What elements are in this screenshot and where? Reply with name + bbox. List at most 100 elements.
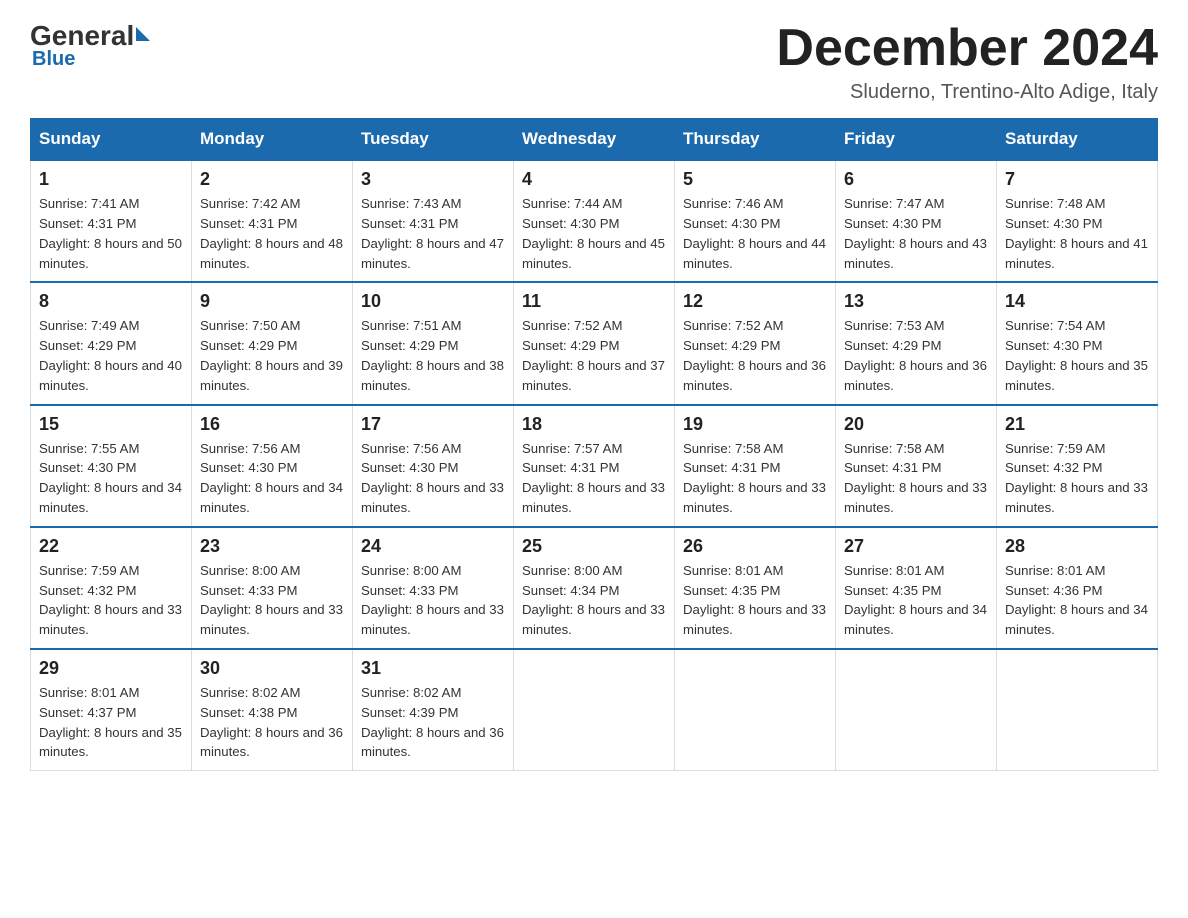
weekday-header-row: SundayMondayTuesdayWednesdayThursdayFrid… xyxy=(31,119,1158,161)
calendar-header: SundayMondayTuesdayWednesdayThursdayFrid… xyxy=(31,119,1158,161)
calendar-week-row: 22Sunrise: 7:59 AMSunset: 4:32 PMDayligh… xyxy=(31,527,1158,649)
calendar-cell xyxy=(675,649,836,771)
calendar-cell xyxy=(514,649,675,771)
calendar-cell xyxy=(836,649,997,771)
calendar-cell: 29 Sunrise: 8:01 AMSunset: 4:37 PMDayligh… xyxy=(31,649,192,771)
day-info: Sunrise: 8:01 AMSunset: 4:36 PMDaylight:… xyxy=(1005,561,1149,640)
calendar-cell: 31Sunrise: 8:02 AMSunset: 4:39 PMDayligh… xyxy=(353,649,514,771)
logo: General Blue xyxy=(30,20,150,71)
day-info: Sunrise: 7:53 AMSunset: 4:29 PMDaylight:… xyxy=(844,316,988,395)
day-info: Sunrise: 8:00 AMSunset: 4:33 PMDaylight:… xyxy=(200,561,344,640)
day-info: Sunrise: 7:44 AMSunset: 4:30 PMDaylight:… xyxy=(522,194,666,273)
day-number: 21 xyxy=(1005,414,1149,435)
calendar-cell: 13 Sunrise: 7:53 AMSunset: 4:29 PMDayligh… xyxy=(836,282,997,404)
calendar-cell: 4Sunrise: 7:44 AMSunset: 4:30 PMDaylight… xyxy=(514,160,675,282)
day-info: Sunrise: 8:02 AMSunset: 4:38 PMDaylight:… xyxy=(200,683,344,762)
day-number: 3 xyxy=(361,169,505,190)
logo-arrow-icon xyxy=(136,27,150,41)
day-info: Sunrise: 8:02 AMSunset: 4:39 PMDaylight:… xyxy=(361,683,505,762)
day-number: 12 xyxy=(683,291,827,312)
calendar-week-row: 1 Sunrise: 7:41 AMSunset: 4:31 PMDaylight… xyxy=(31,160,1158,282)
calendar-cell: 20 Sunrise: 7:58 AMSunset: 4:31 PMDayligh… xyxy=(836,405,997,527)
day-info: Sunrise: 7:57 AMSunset: 4:31 PMDaylight:… xyxy=(522,439,666,518)
calendar-cell: 28 Sunrise: 8:01 AMSunset: 4:36 PMDayligh… xyxy=(997,527,1158,649)
day-number: 1 xyxy=(39,169,183,190)
day-number: 19 xyxy=(683,414,827,435)
day-number: 10 xyxy=(361,291,505,312)
title-area: December 2024 Sluderno, Trentino-Alto Ad… xyxy=(776,20,1158,104)
day-info: Sunrise: 8:01 AMSunset: 4:35 PMDaylight:… xyxy=(844,561,988,640)
weekday-header-monday: Monday xyxy=(192,119,353,161)
calendar-cell: 1 Sunrise: 7:41 AMSunset: 4:31 PMDaylight… xyxy=(31,160,192,282)
calendar-cell: 22Sunrise: 7:59 AMSunset: 4:32 PMDayligh… xyxy=(31,527,192,649)
day-info: Sunrise: 7:55 AMSunset: 4:30 PMDaylight:… xyxy=(39,439,183,518)
day-number: 23 xyxy=(200,536,344,557)
day-number: 14 xyxy=(1005,291,1149,312)
calendar-week-row: 29 Sunrise: 8:01 AMSunset: 4:37 PMDayligh… xyxy=(31,649,1158,771)
calendar-cell: 24Sunrise: 8:00 AMSunset: 4:33 PMDayligh… xyxy=(353,527,514,649)
day-info: Sunrise: 7:56 AMSunset: 4:30 PMDaylight:… xyxy=(361,439,505,518)
day-number: 28 xyxy=(1005,536,1149,557)
calendar-cell: 6 Sunrise: 7:47 AMSunset: 4:30 PMDaylight… xyxy=(836,160,997,282)
day-number: 29 xyxy=(39,658,183,679)
day-number: 11 xyxy=(522,291,666,312)
calendar-cell: 23 Sunrise: 8:00 AMSunset: 4:33 PMDayligh… xyxy=(192,527,353,649)
day-number: 20 xyxy=(844,414,988,435)
day-number: 7 xyxy=(1005,169,1149,190)
day-info: Sunrise: 7:56 AMSunset: 4:30 PMDaylight:… xyxy=(200,439,344,518)
day-info: Sunrise: 7:49 AMSunset: 4:29 PMDaylight:… xyxy=(39,316,183,395)
calendar-cell xyxy=(997,649,1158,771)
day-info: Sunrise: 7:42 AMSunset: 4:31 PMDaylight:… xyxy=(200,194,344,273)
calendar-week-row: 15 Sunrise: 7:55 AMSunset: 4:30 PMDayligh… xyxy=(31,405,1158,527)
day-info: Sunrise: 7:46 AMSunset: 4:30 PMDaylight:… xyxy=(683,194,827,273)
day-info: Sunrise: 7:50 AMSunset: 4:29 PMDaylight:… xyxy=(200,316,344,395)
day-info: Sunrise: 7:41 AMSunset: 4:31 PMDaylight:… xyxy=(39,194,183,273)
calendar-cell: 7 Sunrise: 7:48 AMSunset: 4:30 PMDaylight… xyxy=(997,160,1158,282)
day-number: 6 xyxy=(844,169,988,190)
day-number: 13 xyxy=(844,291,988,312)
day-info: Sunrise: 7:48 AMSunset: 4:30 PMDaylight:… xyxy=(1005,194,1149,273)
day-number: 8 xyxy=(39,291,183,312)
calendar-cell: 27 Sunrise: 8:01 AMSunset: 4:35 PMDayligh… xyxy=(836,527,997,649)
calendar-week-row: 8 Sunrise: 7:49 AMSunset: 4:29 PMDaylight… xyxy=(31,282,1158,404)
day-info: Sunrise: 7:58 AMSunset: 4:31 PMDaylight:… xyxy=(844,439,988,518)
calendar-cell: 12 Sunrise: 7:52 AMSunset: 4:29 PMDayligh… xyxy=(675,282,836,404)
calendar-cell: 3 Sunrise: 7:43 AMSunset: 4:31 PMDaylight… xyxy=(353,160,514,282)
day-info: Sunrise: 8:00 AMSunset: 4:34 PMDaylight:… xyxy=(522,561,666,640)
day-info: Sunrise: 7:52 AMSunset: 4:29 PMDaylight:… xyxy=(522,316,666,395)
day-info: Sunrise: 7:58 AMSunset: 4:31 PMDaylight:… xyxy=(683,439,827,518)
day-number: 18 xyxy=(522,414,666,435)
day-number: 15 xyxy=(39,414,183,435)
weekday-header-saturday: Saturday xyxy=(997,119,1158,161)
day-info: Sunrise: 7:47 AMSunset: 4:30 PMDaylight:… xyxy=(844,194,988,273)
day-info: Sunrise: 7:59 AMSunset: 4:32 PMDaylight:… xyxy=(1005,439,1149,518)
day-info: Sunrise: 7:51 AMSunset: 4:29 PMDaylight:… xyxy=(361,316,505,395)
day-info: Sunrise: 7:52 AMSunset: 4:29 PMDaylight:… xyxy=(683,316,827,395)
day-number: 17 xyxy=(361,414,505,435)
calendar-cell: 16 Sunrise: 7:56 AMSunset: 4:30 PMDayligh… xyxy=(192,405,353,527)
calendar-body: 1 Sunrise: 7:41 AMSunset: 4:31 PMDaylight… xyxy=(31,160,1158,770)
calendar-cell: 30 Sunrise: 8:02 AMSunset: 4:38 PMDayligh… xyxy=(192,649,353,771)
calendar-cell: 5Sunrise: 7:46 AMSunset: 4:30 PMDaylight… xyxy=(675,160,836,282)
calendar-cell: 2Sunrise: 7:42 AMSunset: 4:31 PMDaylight… xyxy=(192,160,353,282)
month-title: December 2024 xyxy=(776,20,1158,77)
day-info: Sunrise: 8:01 AMSunset: 4:37 PMDaylight:… xyxy=(39,683,183,762)
day-number: 27 xyxy=(844,536,988,557)
weekday-header-sunday: Sunday xyxy=(31,119,192,161)
page-header: General Blue December 2024 Sluderno, Tre… xyxy=(30,20,1158,104)
weekday-header-thursday: Thursday xyxy=(675,119,836,161)
weekday-header-friday: Friday xyxy=(836,119,997,161)
calendar-cell: 18 Sunrise: 7:57 AMSunset: 4:31 PMDayligh… xyxy=(514,405,675,527)
day-number: 30 xyxy=(200,658,344,679)
day-info: Sunrise: 7:43 AMSunset: 4:31 PMDaylight:… xyxy=(361,194,505,273)
calendar-cell: 9 Sunrise: 7:50 AMSunset: 4:29 PMDaylight… xyxy=(192,282,353,404)
calendar-cell: 19 Sunrise: 7:58 AMSunset: 4:31 PMDayligh… xyxy=(675,405,836,527)
day-info: Sunrise: 7:54 AMSunset: 4:30 PMDaylight:… xyxy=(1005,316,1149,395)
calendar-cell: 8 Sunrise: 7:49 AMSunset: 4:29 PMDaylight… xyxy=(31,282,192,404)
day-number: 9 xyxy=(200,291,344,312)
calendar-cell: 26Sunrise: 8:01 AMSunset: 4:35 PMDayligh… xyxy=(675,527,836,649)
logo-blue-text: Blue xyxy=(32,48,75,71)
day-number: 16 xyxy=(200,414,344,435)
calendar-table: SundayMondayTuesdayWednesdayThursdayFrid… xyxy=(30,118,1158,771)
day-number: 26 xyxy=(683,536,827,557)
